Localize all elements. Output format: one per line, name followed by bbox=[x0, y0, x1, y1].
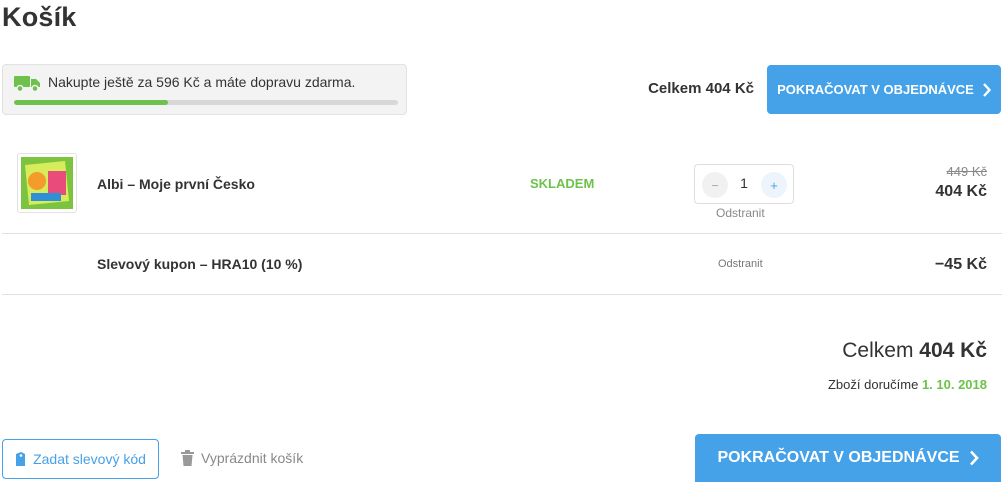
free-shipping-progress-fill bbox=[14, 100, 168, 105]
free-shipping-text: Nakupte ještě za 596 Kč a máte dopravu z… bbox=[48, 74, 356, 90]
decrease-quantity-button[interactable]: − bbox=[702, 172, 728, 198]
header-total: Celkem 404 Kč bbox=[648, 80, 754, 97]
remove-item-link[interactable]: Odstranit bbox=[716, 206, 765, 220]
cart-item-row: Albi – Moje první Česko SKLADEM − 1 + Od… bbox=[2, 133, 1002, 234]
free-shipping-progress bbox=[14, 100, 398, 105]
grand-total: Celkem 404 Kč bbox=[842, 339, 987, 363]
increase-quantity-button[interactable]: + bbox=[761, 172, 787, 198]
continue-order-button-bottom[interactable]: POKRAČOVAT V OBJEDNÁVCE bbox=[695, 434, 1001, 482]
trash-icon bbox=[181, 450, 194, 466]
chevron-right-icon bbox=[982, 82, 991, 97]
coupon-discount: −45 Kč bbox=[934, 256, 987, 273]
grand-total-label: Celkem bbox=[842, 339, 914, 362]
free-shipping-notice: Nakupte ještě za 596 Kč a máte dopravu z… bbox=[2, 64, 407, 115]
product-thumbnail[interactable] bbox=[17, 153, 77, 213]
page-title: Košík bbox=[2, 2, 77, 32]
delivery-label: Zboží doručíme bbox=[827, 377, 919, 392]
delivery-estimate: Zboží doručíme 1. 10. 2018 bbox=[828, 377, 987, 392]
stock-status: SKLADEM bbox=[530, 176, 595, 191]
grand-total-value: 404 Kč bbox=[919, 339, 987, 362]
quantity-stepper: − 1 + bbox=[694, 164, 794, 204]
coupon-icon bbox=[16, 452, 26, 466]
quantity-value[interactable]: 1 bbox=[731, 175, 757, 191]
continue-order-label: POKRAČOVAT V OBJEDNÁVCE bbox=[777, 82, 974, 97]
continue-order-label: POKRAČOVAT V OBJEDNÁVCE bbox=[717, 449, 960, 466]
coupon-row: Slevový kupon – HRA10 (10 %) Odstranit −… bbox=[2, 234, 1002, 295]
coupon-name: Slevový kupon – HRA10 (10 %) bbox=[97, 256, 303, 272]
enter-coupon-label: Zadat slevový kód bbox=[33, 451, 146, 467]
empty-cart-label: Vyprázdnit košík bbox=[201, 450, 304, 466]
truck-icon bbox=[14, 76, 40, 92]
chevron-right-icon bbox=[969, 450, 979, 466]
enter-coupon-button[interactable]: Zadat slevový kód bbox=[2, 439, 159, 479]
continue-order-button-top[interactable]: POKRAČOVAT V OBJEDNÁVCE bbox=[767, 65, 1001, 114]
delivery-date: 1. 10. 2018 bbox=[921, 377, 987, 392]
product-image bbox=[21, 157, 73, 209]
original-price: 449 Kč bbox=[946, 164, 987, 179]
empty-cart-button[interactable]: Vyprázdnit košík bbox=[181, 450, 303, 466]
remove-coupon-link[interactable]: Odstranit bbox=[718, 258, 763, 270]
product-name[interactable]: Albi – Moje první Česko bbox=[97, 176, 255, 192]
item-price: 404 Kč bbox=[935, 183, 987, 200]
